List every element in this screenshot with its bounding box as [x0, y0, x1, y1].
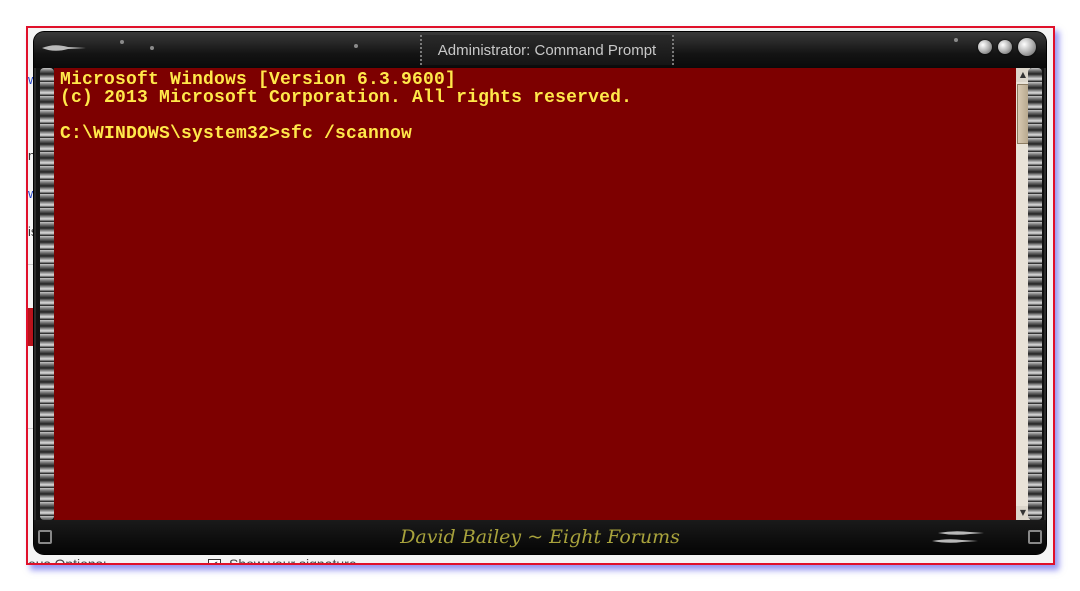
- command-prompt-window[interactable]: Administrator: Command Prompt Microsoft …: [34, 32, 1046, 554]
- console-output[interactable]: Microsoft Windows [Version 6.3.9600] (c)…: [54, 68, 1016, 520]
- bottom-bar: David Bailey ~ Eight Forums: [34, 520, 1046, 554]
- title-bar[interactable]: Administrator: Command Prompt: [34, 32, 1046, 68]
- show-signature-option[interactable]: ✔ Show your signature: [208, 556, 357, 565]
- console-line: Microsoft Windows [Version 6.3.9600]: [60, 70, 457, 90]
- minimize-icon[interactable]: [978, 40, 992, 54]
- left-chain-border: [40, 68, 54, 520]
- checkbox-checked-icon[interactable]: ✔: [208, 558, 221, 563]
- resize-corner-icon[interactable]: [1028, 530, 1042, 544]
- rivet: [150, 46, 154, 50]
- maximize-icon[interactable]: [998, 40, 1012, 54]
- right-chain-border: [1028, 68, 1042, 520]
- window-signature: David Bailey ~ Eight Forums: [400, 526, 680, 548]
- screenshot-frame: w n w is Administrator: Command Prompt M…: [26, 26, 1055, 565]
- bottom-ornament-icon: [932, 531, 984, 543]
- console-line: C:\WINDOWS\system32>sfc /scannow: [60, 124, 413, 144]
- window-title: Administrator: Command Prompt: [437, 41, 657, 59]
- posting-options-label: ous Options:: [28, 556, 107, 565]
- rivet: [954, 38, 958, 42]
- show-signature-label: Show your signature: [229, 556, 357, 565]
- close-icon[interactable]: [1018, 38, 1036, 56]
- window-controls: [978, 38, 1036, 56]
- rivet: [120, 40, 124, 44]
- console-line: (c) 2013 Microsoft Corporation. All righ…: [60, 88, 633, 108]
- rivet: [354, 44, 358, 48]
- title-ornament-icon: [42, 45, 86, 51]
- window-title-plate: Administrator: Command Prompt: [420, 35, 674, 65]
- resize-corner-icon[interactable]: [38, 530, 52, 544]
